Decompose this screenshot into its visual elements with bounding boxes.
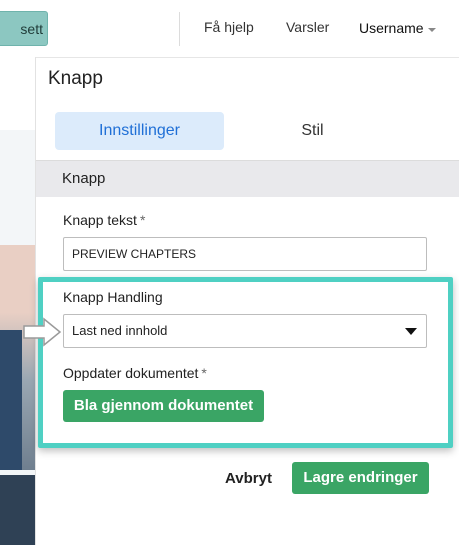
preview-image-figure [0, 330, 22, 470]
panel-divider [35, 57, 36, 545]
update-document-label-text: Oppdater dokumentet [63, 365, 199, 381]
required-mark: * [201, 365, 207, 381]
preview-footer-strip [0, 475, 35, 545]
continue-button[interactable]: sett [0, 11, 48, 46]
button-text-input[interactable]: PREVIEW CHAPTERS [63, 237, 427, 271]
button-text-label: Knapp tekst * [63, 212, 145, 228]
help-link[interactable]: Få hjelp [204, 19, 254, 35]
button-action-label: Knapp Handling [63, 289, 163, 305]
tab-settings[interactable]: Innstillinger [55, 112, 224, 150]
save-changes-button[interactable]: Lagre endringer [292, 462, 429, 494]
button-text-label-text: Knapp tekst [63, 212, 137, 228]
top-navigation-bar: sett Få hjelp Varsler Username [0, 0, 459, 58]
alerts-link[interactable]: Varsler [286, 19, 329, 35]
section-title: Knapp [62, 170, 106, 187]
chevron-down-icon[interactable] [428, 28, 436, 32]
panel-title: Knapp [48, 68, 103, 89]
user-menu[interactable]: Username [359, 20, 424, 36]
update-document-label: Oppdater dokumentet * [63, 365, 207, 381]
tab-style[interactable]: Stil [228, 112, 397, 150]
caret-down-icon[interactable] [405, 328, 417, 335]
nav-divider [179, 12, 180, 46]
required-mark: * [139, 212, 146, 228]
pointer-arrow-icon [23, 317, 62, 347]
button-action-select[interactable]: Last ned innhold [63, 314, 427, 348]
browse-document-button[interactable]: Bla gjennom dokumentet [63, 390, 264, 422]
cancel-button[interactable]: Avbryt [225, 470, 272, 487]
